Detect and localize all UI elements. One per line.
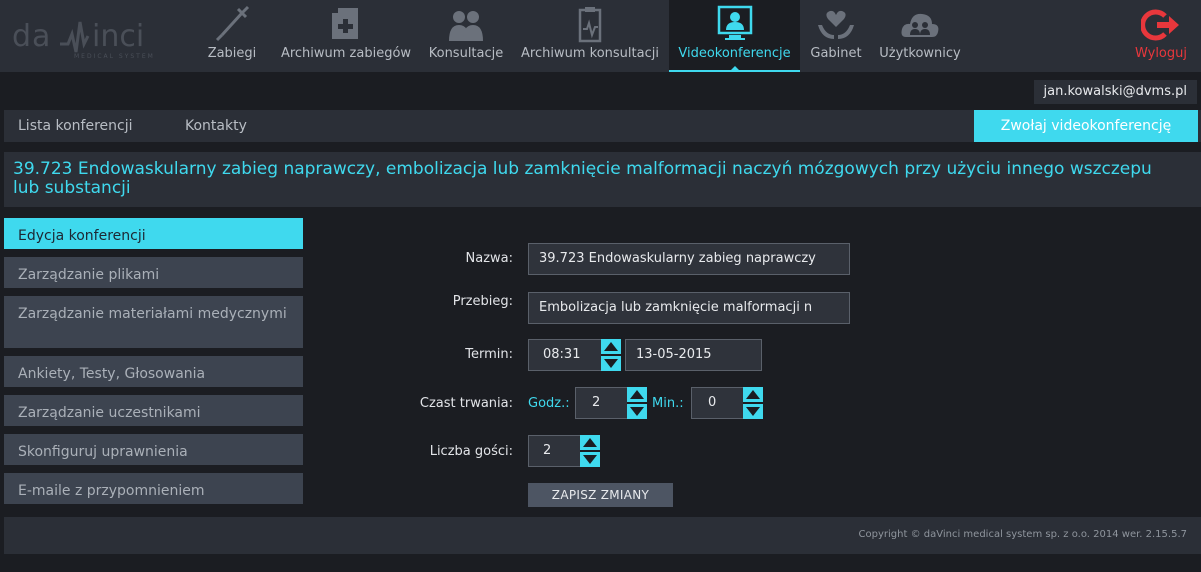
arrow-up-icon[interactable] [583,438,597,447]
logout-label: Wyloguj [1135,46,1187,61]
arrow-down-icon[interactable] [746,407,760,416]
arrow-down-icon[interactable] [604,359,618,368]
arrow-down-icon[interactable] [630,407,644,416]
duration-label: Czast trwania: [419,396,513,411]
side-menu-edycja-konferencji[interactable]: Edycja konferencji [4,218,303,249]
date-field[interactable]: 13-05-2015 [625,339,762,371]
nav-item-gabinet[interactable]: Gabinet [806,0,866,72]
call-conference-button[interactable]: Zwołaj videokonferencję [974,110,1198,142]
minutes-label: Min.: [652,396,684,411]
sub-navigation: Lista konferencji Kontakty Zwołaj videok… [4,110,1201,142]
davinci-logo[interactable]: da inci MEDICAL SYSTEM [12,14,172,60]
side-menu-zarzadzanie-plikami[interactable]: Zarządzanie plikami [4,257,303,288]
nav-label: Archiwum zabiegów [280,46,412,61]
course-field[interactable]: Embolizacja lub zamknięcie malformacji n [528,292,850,324]
logout-icon [1140,8,1181,42]
arrow-up-icon[interactable] [630,390,644,399]
side-menu-zarzadzanie-uczestnikami[interactable]: Zarządzanie uczestnikami [4,395,303,426]
video-conference-icon [715,5,755,43]
name-field[interactable]: 39.723 Endowaskularny zabieg naprawczy [528,243,850,275]
nav-item-konsultacje[interactable]: Konsultacje [424,0,508,72]
nav-item-videokonferencje[interactable]: Videokonferencje [669,0,800,72]
minutes-spinner[interactable] [743,387,763,419]
arrow-up-icon[interactable] [604,342,618,351]
clipboard-chart-icon [570,5,610,43]
svg-text:MEDICAL SYSTEM: MEDICAL SYSTEM [74,53,155,60]
course-label: Przebieg: [452,294,513,309]
tab-kontakty[interactable]: Kontakty [185,110,247,142]
doctors-icon [446,5,486,43]
svg-text:da: da [12,19,51,54]
name-label: Nazwa: [465,251,514,266]
medical-case-icon [326,5,366,43]
logout-button[interactable]: Wyloguj [1121,0,1201,72]
nav-item-uzytkownicy[interactable]: Użytkownicy [874,0,966,72]
save-button[interactable]: ZAPISZ ZMIANY [528,483,673,507]
nav-label: Videokonferencje [678,46,791,61]
tab-lista-konferencji[interactable]: Lista konferencji [18,110,133,142]
page-title: 39.723 Endowaskularny zabieg naprawczy, … [13,159,1152,198]
nav-item-zabiegi[interactable]: Zabiegi [198,0,266,72]
nav-label: Użytkownicy [879,46,961,61]
footer: Copyright © daVinci medical system sp. z… [4,517,1201,554]
hands-heart-icon [816,5,856,43]
guests-spinner[interactable] [580,435,600,467]
side-menu-uprawnienia[interactable]: Skonfiguruj uprawnienia [4,434,303,465]
arrow-up-icon[interactable] [746,390,760,399]
svg-text:inci: inci [92,19,144,54]
nav-label: Konsultacje [428,46,504,61]
side-menu-zarzadzanie-materialami[interactable]: Zarządzanie materiałami medycznymi [4,296,303,348]
syringe-icon [212,5,252,43]
term-label: Termin: [465,347,513,362]
side-menu-ankiety[interactable]: Ankiety, Testy, Głosowania [4,356,303,387]
copyright-text: Copyright © daVinci medical system sp. z… [858,529,1187,540]
side-menu-emaile[interactable]: E-maile z przypomnieniem [4,473,303,504]
title-bar: 39.723 Endowaskularny zabieg naprawczy, … [4,152,1201,207]
hours-spinner[interactable] [627,387,647,419]
arrow-down-icon[interactable] [583,455,597,464]
time-spinner[interactable] [601,339,621,371]
user-bar: jan.kowalski@dvms.pl [0,72,1201,110]
nav-label: Archiwum konsultacji [521,46,659,61]
users-cloud-icon [900,5,940,43]
hours-label: Godz.: [528,396,570,411]
top-navigation: da inci MEDICAL SYSTEM Zabiegi Archiwum … [0,0,1201,72]
user-email[interactable]: jan.kowalski@dvms.pl [1033,80,1197,104]
nav-item-archiwum-konsultacji[interactable]: Archiwum konsultacji [516,0,664,72]
guests-label: Liczba gości: [429,444,513,459]
nav-item-archiwum-zabiegow[interactable]: Archiwum zabiegów [276,0,416,72]
nav-label: Gabinet [810,46,862,61]
nav-label: Zabiegi [207,46,257,61]
